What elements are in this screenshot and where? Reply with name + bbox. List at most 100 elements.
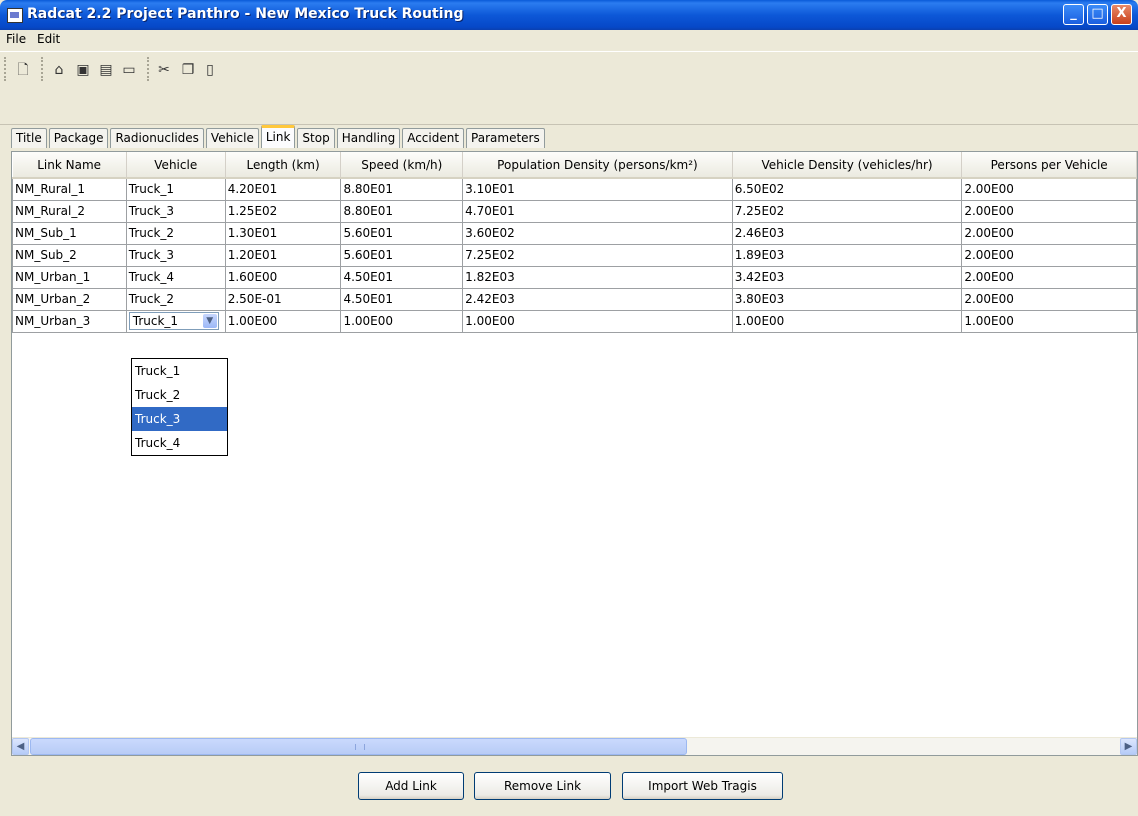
table-cell[interactable]: 1.82E03 xyxy=(462,265,733,289)
table-cell[interactable]: 8.80E01 xyxy=(340,177,464,201)
remove-link-button[interactable]: Remove Link xyxy=(474,772,611,800)
tab-link[interactable]: Link xyxy=(260,125,296,148)
import-web-tragis-button[interactable]: Import Web Tragis xyxy=(622,772,783,800)
paste-icon[interactable]: ▯ xyxy=(201,61,219,79)
table-row[interactable]: NM_Rural_1 Truck_1 4.20E01 8.80E01 3.10E… xyxy=(12,177,1137,201)
table-cell[interactable]: 3.42E03 xyxy=(731,265,963,289)
horizontal-scrollbar[interactable]: ◀ ▶ xyxy=(12,737,1137,755)
dropdown-option[interactable]: Truck_1 xyxy=(132,359,227,383)
column-header[interactable]: Population Density (persons/km²) xyxy=(462,152,733,179)
menu-edit[interactable]: Edit xyxy=(37,32,60,46)
dropdown-option-selected[interactable]: Truck_3 xyxy=(132,407,227,431)
tab-package[interactable]: Package xyxy=(48,128,109,148)
table-row[interactable]: NM_Rural_2 Truck_3 1.25E02 8.80E01 4.70E… xyxy=(12,199,1137,223)
scroll-right-icon[interactable]: ▶ xyxy=(1120,738,1137,755)
column-header[interactable]: Speed (km/h) xyxy=(340,152,464,179)
table-cell[interactable]: 4.20E01 xyxy=(224,177,342,201)
maximize-button[interactable]: □ xyxy=(1087,4,1108,25)
table-cell[interactable]: 1.60E00 xyxy=(224,265,342,289)
table-cell[interactable]: 1.00E00 xyxy=(224,309,342,333)
table-cell[interactable]: NM_Urban_2 xyxy=(12,287,127,311)
scroll-left-icon[interactable]: ◀ xyxy=(12,738,29,755)
tab-radionuclides[interactable]: Radionuclides xyxy=(110,128,204,148)
table-cell[interactable]: NM_Sub_2 xyxy=(12,243,127,267)
table-cell[interactable]: 4.50E01 xyxy=(340,265,464,289)
menu-file[interactable]: File xyxy=(6,32,26,46)
table-cell[interactable]: 7.25E02 xyxy=(731,199,963,223)
table-cell[interactable]: 5.60E01 xyxy=(340,243,464,267)
column-header[interactable]: Vehicle xyxy=(126,152,226,179)
minimize-button[interactable]: _ xyxy=(1063,4,1084,25)
save-icon[interactable]: ▣ xyxy=(74,61,92,79)
table-cell[interactable]: 2.00E00 xyxy=(961,177,1137,201)
print-icon[interactable]: ▭ xyxy=(120,61,138,79)
new-icon[interactable]: 🗋 xyxy=(14,61,32,79)
add-link-button[interactable]: Add Link xyxy=(358,772,464,800)
tab-accident[interactable]: Accident xyxy=(402,128,465,148)
vehicle-combo-cell[interactable]: Truck_1 ▼ xyxy=(125,309,226,333)
save-all-icon[interactable]: ▤ xyxy=(97,61,115,79)
table-cell[interactable]: Truck_1 xyxy=(125,177,226,201)
tab-stop[interactable]: Stop xyxy=(297,128,335,148)
table-cell[interactable]: 2.00E00 xyxy=(961,199,1137,223)
table-cell[interactable]: 1.00E00 xyxy=(462,309,733,333)
table-cell[interactable]: 3.80E03 xyxy=(731,287,963,311)
table-row[interactable]: NM_Sub_2 Truck_3 1.20E01 5.60E01 7.25E02… xyxy=(12,243,1137,267)
table-row[interactable]: NM_Sub_1 Truck_2 1.30E01 5.60E01 3.60E02… xyxy=(12,221,1137,245)
table-cell[interactable]: 3.60E02 xyxy=(462,221,733,245)
table-cell[interactable]: 1.30E01 xyxy=(224,221,342,245)
chevron-down-icon[interactable]: ▼ xyxy=(202,314,217,328)
table-cell[interactable]: 4.70E01 xyxy=(462,199,733,223)
table-cell[interactable]: Truck_4 xyxy=(125,265,226,289)
scrollbar-thumb[interactable] xyxy=(30,738,687,755)
vehicle-combo[interactable]: Truck_1 ▼ xyxy=(128,312,219,330)
table-cell[interactable]: Truck_2 xyxy=(125,221,226,245)
table-cell[interactable]: 5.60E01 xyxy=(340,221,464,245)
table-cell[interactable]: 2.00E00 xyxy=(961,221,1137,245)
table-cell[interactable]: 2.42E03 xyxy=(462,287,733,311)
table-row[interactable]: NM_Urban_1 Truck_4 1.60E00 4.50E01 1.82E… xyxy=(12,265,1137,289)
table-cell[interactable]: 1.00E00 xyxy=(340,309,464,333)
table-cell[interactable]: 7.25E02 xyxy=(462,243,733,267)
table-cell[interactable]: 1.25E02 xyxy=(224,199,342,223)
tab-parameters[interactable]: Parameters xyxy=(466,128,545,148)
table-cell[interactable]: 1.20E01 xyxy=(224,243,342,267)
table-cell[interactable]: 1.00E00 xyxy=(961,309,1137,333)
cut-icon[interactable]: ✂ xyxy=(155,61,173,79)
table-cell[interactable]: 1.00E00 xyxy=(731,309,963,333)
table-cell[interactable]: NM_Urban_3 xyxy=(12,309,127,333)
tab-handling[interactable]: Handling xyxy=(336,128,401,148)
table-cell[interactable]: 3.10E01 xyxy=(462,177,733,201)
table-cell[interactable]: Truck_3 xyxy=(125,199,226,223)
close-button[interactable]: X xyxy=(1111,4,1132,25)
title-bar[interactable]: Radcat 2.2 Project Panthro - New Mexico … xyxy=(0,0,1138,30)
dropdown-option[interactable]: Truck_2 xyxy=(132,383,227,407)
tab-vehicle[interactable]: Vehicle xyxy=(205,128,259,148)
table-cell[interactable]: NM_Rural_1 xyxy=(12,177,127,201)
table-cell[interactable]: 2.50E-01 xyxy=(224,287,342,311)
copy-icon[interactable]: ❐ xyxy=(179,61,197,79)
column-header[interactable]: Link Name xyxy=(12,152,127,179)
table-cell[interactable]: 2.46E03 xyxy=(731,221,963,245)
table-cell[interactable]: Truck_3 xyxy=(125,243,226,267)
table-cell[interactable]: 2.00E00 xyxy=(961,265,1137,289)
table-cell[interactable]: 4.50E01 xyxy=(340,287,464,311)
table-cell[interactable]: NM_Sub_1 xyxy=(12,221,127,245)
table-cell[interactable]: 2.00E00 xyxy=(961,287,1137,311)
table-cell[interactable]: 1.89E03 xyxy=(731,243,963,267)
table-row[interactable]: NM_Urban_2 Truck_2 2.50E-01 4.50E01 2.42… xyxy=(12,287,1137,311)
table-cell[interactable]: NM_Urban_1 xyxy=(12,265,127,289)
column-header[interactable]: Vehicle Density (vehicles/hr) xyxy=(732,152,963,179)
tab-title[interactable]: Title xyxy=(11,128,47,148)
toolbar-grip[interactable] xyxy=(4,57,8,81)
column-header[interactable]: Persons per Vehicle xyxy=(961,152,1137,179)
table-cell[interactable]: 8.80E01 xyxy=(340,199,464,223)
open-icon[interactable]: ⌂ xyxy=(50,61,68,79)
dropdown-option[interactable]: Truck_4 xyxy=(132,431,227,455)
table-cell[interactable]: 6.50E02 xyxy=(731,177,963,201)
table-cell[interactable]: NM_Rural_2 xyxy=(12,199,127,223)
table-cell[interactable]: Truck_2 xyxy=(125,287,226,311)
table-row[interactable]: NM_Urban_3 Truck_1 ▼ 1.00E00 1.00E00 1.0… xyxy=(12,309,1137,333)
column-header[interactable]: Length (km) xyxy=(225,152,342,179)
table-cell[interactable]: 2.00E00 xyxy=(961,243,1137,267)
